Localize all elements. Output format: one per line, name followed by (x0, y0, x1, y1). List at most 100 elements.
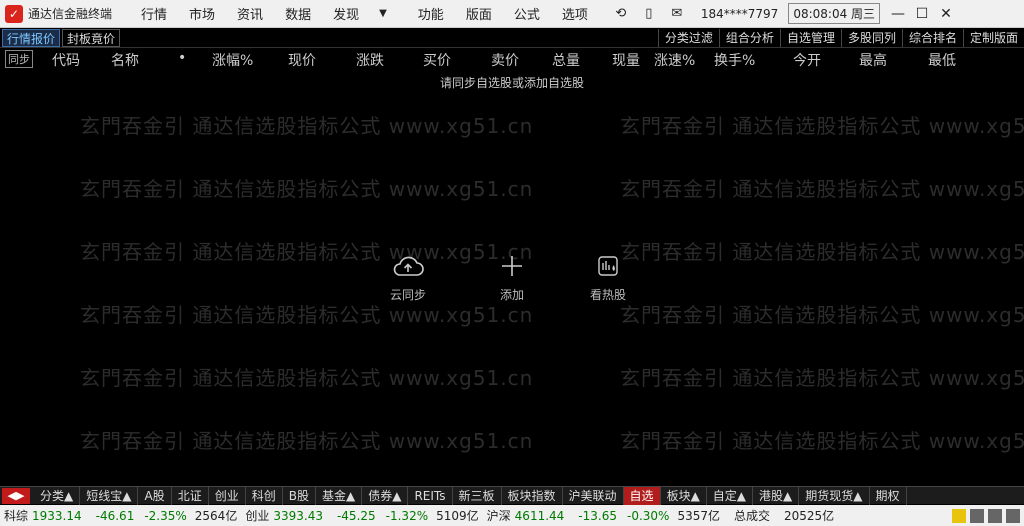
user-account[interactable]: 184****7797 (701, 7, 778, 21)
watermark: 玄門吞金引 通达信选股指标公式 www.xg51.cn (620, 366, 1024, 390)
menu-layout[interactable]: 版面 (455, 4, 503, 23)
empty-list-hint: 请同步自选股或添加自选股 (440, 76, 585, 90)
menu-function[interactable]: 功能 (407, 4, 455, 23)
col-flag: • (178, 50, 187, 66)
hot-stock-icon (590, 252, 626, 280)
btab-sector[interactable]: 板块▲ (661, 486, 707, 505)
cloud-sync-button[interactable]: 云同步 (390, 252, 426, 303)
phone-icon[interactable]: ▯ (635, 6, 663, 21)
col-high[interactable]: 最高 (859, 50, 887, 70)
btab-chinext[interactable]: 创业 (209, 486, 246, 505)
btab-watchlist[interactable]: 自选 (623, 486, 661, 505)
menu-quote[interactable]: 行情 (130, 4, 178, 23)
btab-fund[interactable]: 基金▲ (316, 486, 363, 505)
app-logo-icon: ✓ (5, 4, 23, 23)
btab-sector-index[interactable]: 板块指数 (502, 486, 563, 505)
index-pct: -2.35% (144, 508, 187, 523)
index-value: 3393.43 (273, 508, 323, 523)
menu-news[interactable]: 资讯 (226, 4, 274, 23)
btab-hk[interactable]: 港股▲ (753, 486, 800, 505)
menu-formula[interactable]: 公式 (503, 4, 551, 23)
index-value: 1933.14 (32, 508, 82, 523)
watermark: 玄門吞金引 通达信选股指标公式 www.xg51.cn (80, 114, 534, 138)
watermark: 玄門吞金引 通达信选股指标公式 www.xg51.cn (80, 177, 534, 201)
index-label: 创业 (245, 509, 270, 523)
watermark: 玄門吞金引 通达信选股指标公式 www.xg51.cn (80, 303, 534, 327)
btab-neeq[interactable]: 新三板 (453, 486, 502, 505)
hot-stock-label: 看热股 (590, 288, 627, 302)
minimize-button[interactable]: — (886, 6, 910, 22)
btab-options[interactable]: 期权 (870, 486, 907, 505)
cloud-sync-label: 云同步 (390, 288, 427, 302)
add-stock-button[interactable]: 添加 (494, 252, 530, 303)
menu-options[interactable]: 选项 (551, 4, 599, 23)
btab-reits[interactable]: REITs (408, 486, 453, 505)
btab-futures[interactable]: 期货现货▲ (799, 486, 870, 505)
col-bid[interactable]: 买价 (423, 50, 451, 70)
btab-custom[interactable]: 自定▲ (707, 486, 754, 505)
btab-beijing[interactable]: 北证 (172, 486, 209, 505)
sync-button[interactable]: 同步 (5, 50, 33, 68)
btab-b-share[interactable]: B股 (283, 486, 316, 505)
main-menu: 行情 市场 资讯 数据 发现 ▼ 功能 版面 公式 选项 (130, 4, 599, 23)
col-name[interactable]: 名称 (111, 50, 139, 70)
col-speed[interactable]: 涨速% (654, 50, 695, 70)
menu-data[interactable]: 数据 (274, 4, 322, 23)
lock-icon[interactable] (1006, 508, 1020, 523)
menu-dropdown-icon[interactable]: ▼ (379, 8, 387, 19)
col-code[interactable]: 代码 (52, 50, 80, 70)
tab-custom-layout[interactable]: 定制版面 (962, 28, 1024, 47)
col-current-volume[interactable]: 现量 (612, 50, 640, 70)
menu-discover[interactable]: 发现 (322, 4, 365, 23)
hot-stock-button[interactable]: 看热股 (590, 252, 626, 303)
clock: 08:08:04 周三 (788, 3, 881, 24)
index-pct: -1.32% (385, 508, 429, 523)
tab-portfolio-analysis[interactable]: 组合分析 (718, 28, 780, 47)
column-header-row: 同步 代码 名称 • 涨幅% 现价 涨跌 买价 卖价 总量 现量 涨速% 换手%… (0, 48, 1024, 70)
index-pct: -0.30% (626, 508, 670, 523)
col-low[interactable]: 最低 (928, 50, 956, 70)
mail-icon[interactable]: ✉ (663, 6, 691, 21)
col-change[interactable]: 涨跌 (356, 50, 384, 70)
watermark: 玄門吞金引 通达信选股指标公式 www.xg51.cn (620, 114, 1024, 138)
watermark: 玄門吞金引 通达信选股指标公式 www.xg51.cn (620, 240, 1024, 264)
settings-icon[interactable] (970, 508, 984, 523)
btab-star[interactable]: 科创 (246, 486, 283, 505)
tab-limit-bid[interactable]: 封板竟价 (62, 28, 121, 47)
index-amount: 5357亿 (677, 509, 720, 523)
col-volume[interactable]: 总量 (552, 50, 580, 70)
col-price[interactable]: 现价 (288, 50, 316, 70)
close-button[interactable]: ✕ (934, 6, 958, 22)
tab-category-filter[interactable]: 分类过滤 (657, 28, 719, 47)
btab-bond[interactable]: 债券▲ (362, 486, 409, 505)
tab-ranking[interactable]: 综合排名 (901, 28, 963, 47)
col-open[interactable]: 今开 (793, 50, 821, 70)
alert-icon[interactable] (952, 508, 966, 523)
total-turnover-label: 总成交 (733, 509, 770, 523)
col-change-pct[interactable]: 涨幅% (212, 50, 253, 70)
watermark: 玄門吞金引 通达信选股指标公式 www.xg51.cn (620, 429, 1024, 453)
maximize-button[interactable]: ☐ (910, 6, 934, 22)
watermark: 玄門吞金引 通达信选股指标公式 www.xg51.cn (620, 303, 1024, 327)
index-change: -13.65 (578, 508, 617, 523)
index-label: 沪深 (486, 509, 511, 523)
tab-watchlist-manage[interactable]: 自选管理 (779, 28, 841, 47)
col-ask[interactable]: 卖价 (491, 50, 519, 70)
refresh-icon[interactable]: ⟲ (607, 6, 635, 21)
total-turnover-value: 20525亿 (784, 509, 835, 523)
tab-quote-list[interactable]: 行情报价 (2, 28, 61, 47)
index-label: 科综 (4, 509, 29, 523)
tab-scroll-arrows-icon[interactable]: ◀▶ (2, 487, 30, 504)
menu-market[interactable]: 市场 (178, 4, 226, 23)
signal-icon[interactable] (988, 508, 1002, 523)
col-turnover[interactable]: 换手% (714, 50, 755, 70)
btab-a-share[interactable]: A股 (138, 486, 172, 505)
plus-icon (494, 252, 530, 280)
btab-short-line[interactable]: 短线宝▲ (80, 486, 139, 505)
btab-category[interactable]: 分类▲ (34, 486, 81, 505)
index-amount: 2564亿 (194, 509, 238, 523)
tab-multi-stock[interactable]: 多股同列 (840, 28, 902, 47)
add-stock-label: 添加 (499, 288, 524, 302)
index-value: 4611.44 (514, 508, 565, 523)
btab-us-linkage[interactable]: 沪美联动 (563, 486, 624, 505)
